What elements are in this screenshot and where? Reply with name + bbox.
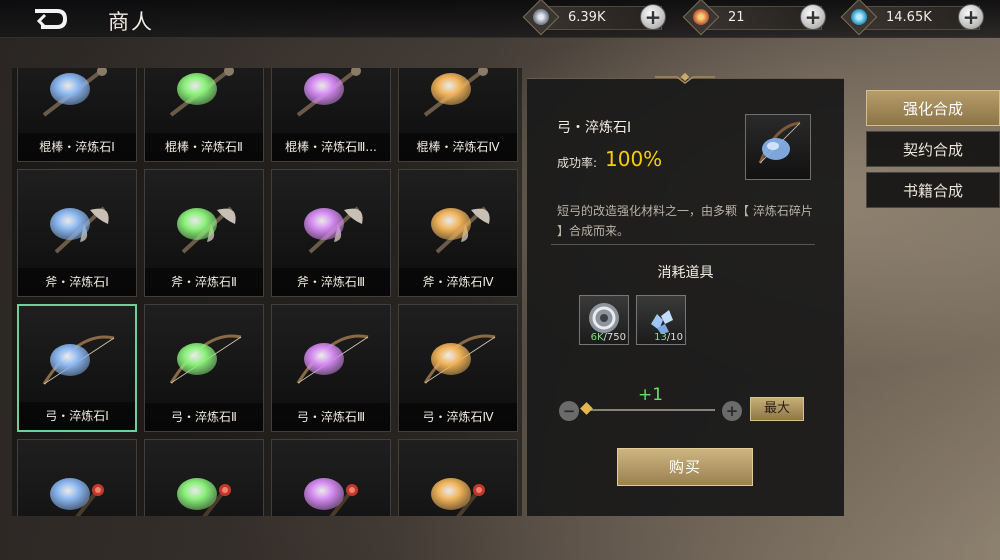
grid-item-label: 棍棒・淬炼石Ⅲ...: [272, 133, 390, 161]
axe-stone-icon: [431, 206, 490, 254]
currency-value: 6.39K: [568, 9, 606, 25]
bow-stone-icon: [423, 334, 496, 385]
grid-item-label: 弓・淬炼石Ⅰ: [19, 402, 135, 430]
grid-item[interactable]: 斧・淬炼石Ⅳ: [398, 169, 518, 297]
buy-button[interactable]: 购买: [617, 448, 753, 486]
item-name: 弓・淬炼石Ⅰ: [557, 120, 632, 136]
material-need: /750: [603, 332, 626, 343]
material-slot-shard[interactable]: 13/10: [636, 295, 686, 345]
club-stone-icon: [423, 68, 488, 118]
grid-item-label: 斧・淬炼石Ⅱ: [145, 268, 263, 296]
grid-item-label: 棍棒・淬炼石Ⅱ: [145, 133, 263, 161]
grid-item-label: 棍棒・淬炼石Ⅳ: [399, 133, 517, 161]
grid-item[interactable]: 棍棒・淬炼石Ⅱ: [144, 68, 264, 162]
currency-value: 14.65K: [886, 9, 932, 25]
grid-item[interactable]: 棍棒・淬炼石Ⅳ: [398, 68, 518, 162]
wand-stone-icon: [177, 478, 231, 516]
decrease-quantity-button[interactable]: −: [559, 401, 579, 421]
divider: [551, 244, 815, 245]
item-description: 短弓的改造强化材料之一，由多颗【 淬炼石碎片 】合成而来。: [557, 204, 813, 238]
grid-item[interactable]: 棍棒・淬炼石Ⅰ: [17, 68, 137, 162]
grid-item[interactable]: 弓・淬炼石Ⅳ: [398, 304, 518, 432]
grid-item[interactable]: 棍棒・淬炼石Ⅲ...: [271, 68, 391, 162]
tab-book-synthesis[interactable]: 书籍合成: [866, 172, 1000, 208]
grid-item-label: 棍棒・淬炼石Ⅰ: [18, 133, 136, 161]
axe-stone-icon: [304, 206, 363, 254]
add-gold-button[interactable]: +: [800, 4, 826, 30]
grid-item[interactable]: [144, 439, 264, 516]
club-stone-icon: [42, 68, 107, 118]
back-arrow-icon: [35, 9, 68, 29]
item-detail-panel: 弓・淬炼石Ⅰ 成功率: 100% 短弓的改造强化材料之一，由多颗【 淬炼石碎片 …: [527, 73, 844, 516]
grid-item[interactable]: 弓・淬炼石Ⅲ: [271, 304, 391, 432]
add-gem-button[interactable]: +: [958, 4, 984, 30]
grid-item[interactable]: 斧・淬炼石Ⅰ: [17, 169, 137, 297]
material-need: /10: [666, 332, 683, 343]
grid-item[interactable]: 弓・淬炼石Ⅰ: [17, 304, 137, 432]
top-bar: 商人 6.39K + 21 + 14.65K +: [0, 0, 1000, 38]
currency-silver: 6.39K +: [522, 0, 666, 36]
success-rate-label: 成功率:: [557, 156, 598, 170]
increase-quantity-button[interactable]: +: [722, 401, 742, 421]
item-grid: 棍棒・淬炼石Ⅰ 棍棒・淬炼石Ⅱ 棍棒・淬炼石Ⅲ... 棍棒・淬炼石Ⅳ 斧・淬炼石Ⅰ 斧・淬…: [12, 68, 518, 516]
page-title: 商人: [108, 10, 154, 34]
currency-gem: 14.65K +: [840, 0, 984, 36]
ornament-icon: [655, 73, 715, 84]
grid-item-label: 弓・淬炼石Ⅳ: [399, 403, 517, 431]
tab-contract-synthesis[interactable]: 契约合成: [866, 131, 1000, 167]
success-rate-value: 100%: [605, 147, 663, 171]
slider-handle[interactable]: [580, 402, 593, 415]
bow-stone-icon: [169, 334, 242, 385]
wand-stone-icon: [431, 478, 485, 516]
grid-item[interactable]: 斧・淬炼石Ⅲ: [271, 169, 391, 297]
item-thumbnail: [745, 114, 811, 180]
wand-stone-icon: [304, 478, 358, 516]
bow-stone-icon: [758, 121, 801, 164]
grid-item-label: 斧・淬炼石Ⅰ: [18, 268, 136, 296]
quantity-text: +1: [638, 385, 664, 405]
max-button[interactable]: 最大: [750, 397, 804, 421]
grid-item[interactable]: [271, 439, 391, 516]
wand-stone-icon: [50, 478, 104, 516]
tab-enhance-synthesis[interactable]: 强化合成: [866, 90, 1000, 126]
currency-value: 21: [728, 9, 745, 25]
material-count: 13/10: [654, 332, 683, 343]
bow-stone-icon: [42, 335, 115, 385]
axe-stone-icon: [50, 206, 109, 254]
club-stone-icon: [169, 68, 234, 118]
material-have: 13: [654, 332, 667, 343]
grid-item-label: 斧・淬炼石Ⅲ: [272, 268, 390, 296]
grid-item-label: 弓・淬炼石Ⅱ: [145, 403, 263, 431]
bow-stone-icon: [296, 334, 369, 385]
add-silver-button[interactable]: +: [640, 4, 666, 30]
material-have: 6K: [590, 332, 604, 343]
back-button[interactable]: [30, 5, 72, 33]
item-grid-panel[interactable]: 棍棒・淬炼石Ⅰ 棍棒・淬炼石Ⅱ 棍棒・淬炼石Ⅲ... 棍棒・淬炼石Ⅳ 斧・淬炼石Ⅰ 斧・淬…: [12, 68, 522, 516]
consume-title: 消耗道具: [657, 265, 714, 281]
material-count: 6K/750: [591, 332, 626, 343]
grid-item-label: 弓・淬炼石Ⅲ: [272, 403, 390, 431]
quantity-slider[interactable]: [585, 409, 715, 411]
material-slot-silver[interactable]: 6K/750: [579, 295, 629, 345]
grid-item[interactable]: [17, 439, 137, 516]
grid-item[interactable]: [398, 439, 518, 516]
grid-item-label: 斧・淬炼石Ⅳ: [399, 268, 517, 296]
club-stone-icon: [296, 68, 361, 118]
grid-item[interactable]: 斧・淬炼石Ⅱ: [144, 169, 264, 297]
currency-gold: 21 +: [682, 0, 826, 36]
grid-item[interactable]: 弓・淬炼石Ⅱ: [144, 304, 264, 432]
axe-stone-icon: [177, 206, 236, 254]
